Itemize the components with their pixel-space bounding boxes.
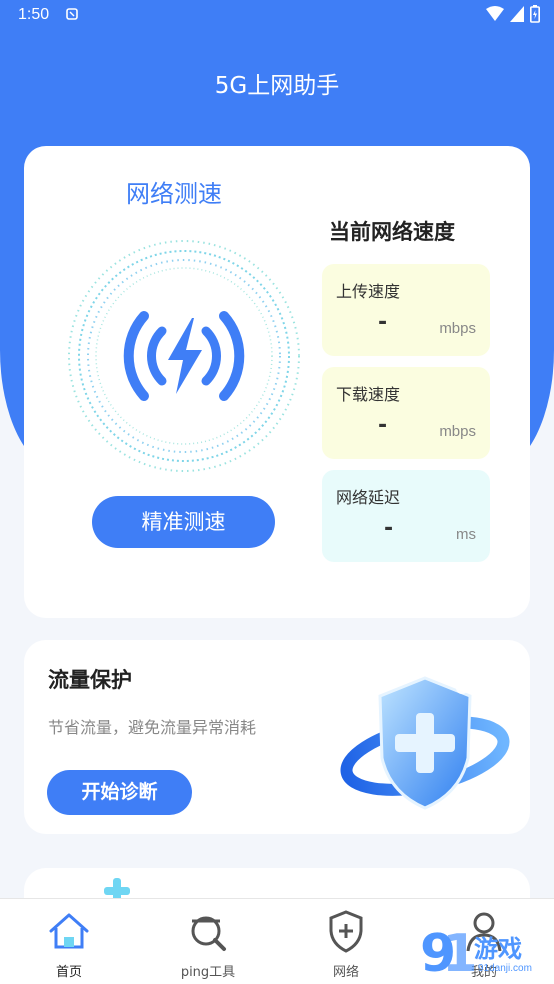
tab-home-label: 首页 bbox=[55, 965, 82, 980]
download-speed-box: 下载速度 - mbps bbox=[322, 367, 490, 459]
watermark-site: 91danji.com bbox=[478, 963, 532, 974]
upload-speed-value: - bbox=[378, 310, 388, 335]
svg-text:1: 1 bbox=[442, 925, 474, 984]
search-icon bbox=[191, 916, 226, 951]
speed-test-title: 网络测速 bbox=[126, 180, 222, 208]
notification-icon bbox=[66, 8, 78, 20]
protection-title: 流量保护 bbox=[48, 668, 132, 692]
speed-test-card: 网络测速 精准测速 当前网络速度 上传速度 - mbps 下载速度 - mbps… bbox=[24, 146, 530, 618]
upload-speed-unit: mbps bbox=[439, 320, 476, 337]
shield-plus-icon bbox=[329, 910, 363, 953]
status-time: 1:50 bbox=[18, 6, 50, 23]
tab-home[interactable]: 首页 bbox=[14, 909, 124, 980]
signal-icon bbox=[510, 6, 524, 22]
traffic-protection-card: 流量保护 节省流量，避免流量异常消耗 开始诊断 bbox=[24, 640, 530, 834]
home-icon bbox=[49, 913, 89, 949]
download-speed-unit: mbps bbox=[439, 423, 476, 440]
watermark: 9 1 游戏 91danji.com bbox=[418, 924, 554, 984]
latency-value: - bbox=[384, 516, 394, 541]
wifi-icon bbox=[486, 6, 504, 21]
precise-test-button[interactable]: 精准测速 bbox=[92, 496, 275, 548]
current-speed-title: 当前网络速度 bbox=[329, 220, 455, 244]
download-speed-label: 下载速度 bbox=[336, 385, 401, 404]
tab-network[interactable]: 网络 bbox=[291, 909, 401, 980]
tab-ping-tool-label: ping工具 bbox=[180, 965, 236, 980]
protection-description: 节省流量，避免流量异常消耗 bbox=[48, 718, 257, 737]
speed-gauge-icon bbox=[68, 240, 300, 472]
battery-icon bbox=[530, 5, 540, 23]
status-bar: 1:50 bbox=[0, 0, 554, 32]
watermark-logo-icon: 9 1 bbox=[420, 924, 478, 984]
shield-illustration-icon bbox=[340, 676, 510, 810]
watermark-text: 游戏 bbox=[474, 935, 522, 963]
upload-speed-box: 上传速度 - mbps bbox=[322, 264, 490, 356]
latency-unit: ms bbox=[456, 526, 476, 543]
upload-speed-label: 上传速度 bbox=[336, 282, 401, 301]
latency-label: 网络延迟 bbox=[336, 488, 401, 507]
status-indicators bbox=[486, 5, 540, 23]
app-title: 5G上网助手 bbox=[214, 73, 340, 99]
download-speed-value: - bbox=[378, 413, 388, 438]
latency-box: 网络延迟 - ms bbox=[322, 470, 490, 562]
start-diagnosis-button[interactable]: 开始诊断 bbox=[47, 770, 192, 815]
tab-network-label: 网络 bbox=[332, 965, 359, 980]
tab-ping-tool[interactable]: ping工具 bbox=[153, 909, 263, 980]
